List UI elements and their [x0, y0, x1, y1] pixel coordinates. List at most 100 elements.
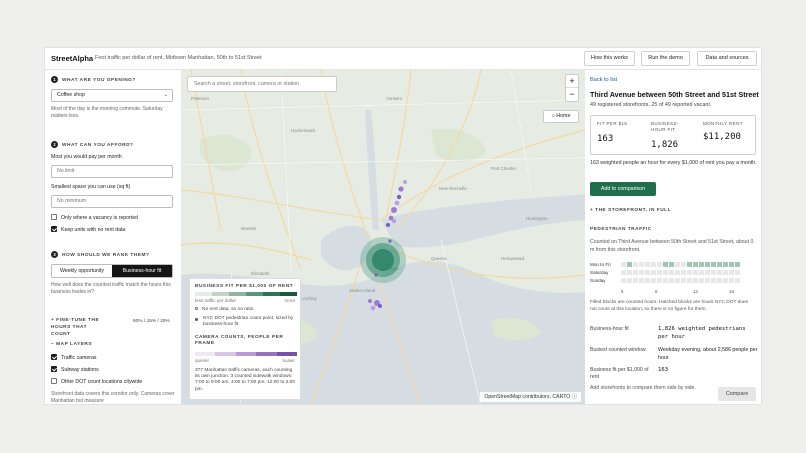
ranking-help: How well does the counted traffic match … — [51, 282, 171, 295]
storefront-full-toggle[interactable]: + THE STOREFRONT, IN FULL — [590, 208, 671, 213]
heatmap-cell — [705, 270, 710, 275]
legend-quiet-label: quieter — [195, 358, 210, 363]
heatmap-tick: 8 — [621, 289, 624, 294]
heatmap-tick: 6 — [655, 289, 658, 294]
kv-label: Business-hour fit — [590, 326, 629, 332]
step-3-heading: 3 HOW SHOULD WE RANK THEM? — [51, 251, 149, 258]
heatmap-cell — [675, 270, 680, 275]
svg-text:New Rochelle: New Rochelle — [439, 186, 467, 191]
how-this-works-button[interactable]: How this works — [584, 51, 635, 66]
heatmap-cell — [627, 262, 632, 267]
legend-busy-label: busier — [282, 358, 295, 363]
vacancy-checkbox[interactable]: Only where a vacancy is reported — [51, 213, 138, 222]
layer-dot-count-checkbox[interactable]: Other DOT count locations citywide — [51, 377, 142, 386]
svg-text:Staten Island: Staten Island — [349, 288, 376, 293]
zoom-out-button[interactable]: − — [566, 88, 578, 101]
finetune-values: 60% / 15% / 25% — [133, 319, 170, 324]
heatmap-cell — [717, 278, 722, 283]
metric-business-hour-value: 1,826 — [651, 140, 679, 150]
fit-swatch — [195, 292, 212, 296]
heatmap-row: Mon to Fri — [590, 262, 740, 268]
heatmap-cell — [693, 262, 698, 267]
layers-note: Storefront data covers this corridor onl… — [51, 391, 175, 404]
heatmap-cell — [723, 278, 728, 283]
heatmap-cell — [663, 262, 668, 267]
heatmap-cell — [621, 262, 626, 267]
attribution-link[interactable]: OpenStreetMap contributors, CARTO — [484, 394, 570, 400]
header-tagline: Foot traffic per dollar of rent, Midtown… — [95, 55, 262, 61]
no-rent-dot-icon — [195, 307, 198, 311]
metric-fit-value: 163 — [597, 134, 614, 144]
kv-label: Business fit per $1,000 of rent — [590, 367, 649, 380]
map-canvas[interactable]: Paterson Hackensack Yonkers New Rochelle Po… — [181, 70, 585, 404]
pedestrian-traffic-heading: PEDESTRIAN TRAFFIC — [590, 227, 652, 232]
compare-button[interactable]: Compare — [718, 387, 756, 401]
svg-text:Yonkers: Yonkers — [386, 96, 403, 101]
layer-subway-stations-checkbox[interactable]: Subway stations — [51, 365, 99, 374]
step-number: 3 — [51, 251, 58, 258]
heatmap-cell — [735, 262, 740, 267]
metric-rent-value: $11,200 — [703, 132, 741, 142]
heatmap-cell — [717, 270, 722, 275]
heatmap-cell — [729, 262, 734, 267]
max-rent-label: Most you would pay per month — [51, 154, 122, 160]
heatmap-cell — [639, 278, 644, 283]
business-type-select[interactable]: Coffee shop ⌄ — [51, 89, 173, 102]
svg-text:Queens: Queens — [431, 256, 448, 261]
camera-swatch — [215, 352, 236, 356]
heatmap-cell — [687, 262, 692, 267]
heatmap-cell — [699, 278, 704, 283]
layer-traffic-cameras-checkbox[interactable]: Traffic cameras — [51, 353, 96, 362]
heatmap-cell — [711, 262, 716, 267]
step-number: 2 — [51, 141, 58, 148]
metric-label: FIT PER $1K — [597, 121, 628, 126]
heatmap-cell — [735, 278, 740, 283]
heatmap-cell — [645, 262, 650, 267]
back-to-list-link[interactable]: Back to list — [590, 77, 617, 83]
layer-label: Subway stations — [61, 367, 99, 373]
heatmap-row-label: Mon to Fri — [590, 262, 611, 267]
header-bar: StreetAlpha Foot traffic per dollar of r… — [45, 48, 761, 70]
zoom-in-button[interactable]: + — [566, 75, 578, 88]
add-to-comparison-button[interactable]: Add to comparison — [590, 182, 656, 196]
fit-swatch — [212, 292, 229, 296]
max-rent-input[interactable]: No limit — [51, 165, 173, 178]
fit-summary: 163 weighted people an hour for every $1… — [590, 160, 757, 166]
heatmap-cell — [681, 270, 686, 275]
finetune-label: FINE-TUNE THE HOURS THAT COUNT — [51, 318, 100, 337]
min-space-input[interactable]: No minimum — [51, 195, 173, 208]
rank-business-hour-fit-option[interactable]: Business-hour fit — [112, 265, 172, 277]
storefront-full-label: THE STOREFRONT, IN FULL — [595, 208, 672, 213]
data-sources-button[interactable]: Data and sources — [697, 51, 757, 66]
heatmap-row-label: Sunday — [590, 278, 606, 283]
brand-logo[interactable]: StreetAlpha — [51, 54, 93, 63]
svg-text:Hackensack: Hackensack — [291, 128, 316, 133]
no-rent-checkbox[interactable]: Keep units with no rent data — [51, 225, 125, 234]
business-type-value: Coffee shop — [57, 92, 85, 98]
checkbox-box — [51, 353, 57, 360]
finetune-toggle[interactable]: + FINE-TUNE THE HOURS THAT COUNT — [51, 317, 107, 338]
map-search-input[interactable]: Search a street, storefront, camera or s… — [187, 76, 337, 92]
svg-text:Paterson: Paterson — [191, 96, 210, 101]
home-label: Home — [556, 113, 571, 119]
rank-weekly-opportunity-option[interactable]: Weekly opportunity — [52, 265, 112, 277]
checkbox-box — [51, 225, 57, 232]
heatmap-cell — [669, 278, 674, 283]
storefront-detail-panel: Back to list Third Avenue between 50th S… — [585, 70, 761, 404]
run-demo-button[interactable]: Run the demo — [641, 51, 690, 66]
svg-text:Huntington: Huntington — [526, 216, 548, 221]
map-layers-toggle[interactable]: − MAP LAYERS — [51, 342, 92, 347]
map-home-button[interactable]: ⌂ Home — [543, 110, 579, 123]
step-1-heading: 1 WHAT ARE YOU OPENING? — [51, 76, 136, 83]
heatmap-cell — [681, 278, 686, 283]
heatmap-cell — [699, 270, 704, 275]
heatmap-cell — [639, 270, 644, 275]
map-attribution: OpenStreetMap contributors, CARTO ⓘ — [480, 392, 581, 402]
step-2-title: WHAT CAN YOU AFFORD? — [62, 142, 134, 148]
heatmap-cell — [657, 262, 662, 267]
heatmap-cell — [651, 270, 656, 275]
kv-label: Busiest counted window — [590, 347, 646, 353]
min-space-label: Smallest space you can use (sq ft) — [51, 184, 131, 190]
info-icon[interactable]: ⓘ — [572, 394, 577, 400]
heatmap-row: Sunday — [590, 278, 740, 284]
